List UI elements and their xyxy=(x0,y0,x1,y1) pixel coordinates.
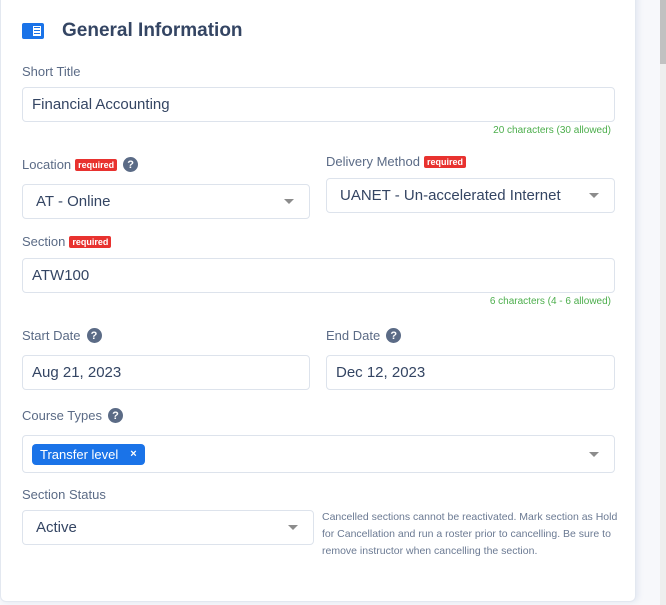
start-date-label: Start Date ? xyxy=(22,328,102,343)
section-status-select[interactable]: Active xyxy=(22,510,314,545)
delivery-method-label: Delivery Method required xyxy=(326,154,466,169)
short-title-input[interactable]: Financial Accounting xyxy=(22,87,615,122)
section-value: ATW100 xyxy=(32,267,90,284)
start-date-value: Aug 21, 2023 xyxy=(32,364,122,381)
scrollbar-track[interactable] xyxy=(660,0,666,605)
remove-chip-icon[interactable]: × xyxy=(130,448,136,460)
chevron-down-icon xyxy=(589,193,599,198)
end-date-label: End Date ? xyxy=(326,328,402,343)
document-icon xyxy=(22,23,44,39)
section-label: Section required xyxy=(22,234,112,249)
start-date-input[interactable]: Aug 21, 2023 xyxy=(22,355,310,390)
course-type-chip: Transfer level × xyxy=(32,443,145,465)
section-label-text: Section xyxy=(22,234,66,249)
location-label: Location required ? xyxy=(22,157,139,172)
short-title-value: Financial Accounting xyxy=(32,96,170,113)
section-status-value: Active xyxy=(36,519,77,536)
section-input[interactable]: ATW100 xyxy=(22,258,615,293)
course-types-multiselect[interactable]: Transfer level × xyxy=(22,435,615,473)
chevron-down-icon xyxy=(288,525,298,530)
course-types-label: Course Types ? xyxy=(22,408,123,423)
required-badge: required xyxy=(423,155,466,168)
help-icon[interactable]: ? xyxy=(386,328,402,343)
section-header: General Information xyxy=(22,20,243,42)
required-badge: required xyxy=(75,158,118,171)
chevron-down-icon xyxy=(589,452,599,457)
short-title-label: Short Title xyxy=(22,64,81,79)
help-icon[interactable]: ? xyxy=(86,328,102,343)
delivery-method-select[interactable]: UANET - Un-accelerated Internet xyxy=(326,178,615,213)
section-status-label: Section Status xyxy=(22,487,106,502)
delivery-method-value: UANET - Un-accelerated Internet xyxy=(340,187,561,204)
start-date-label-text: Start Date xyxy=(22,328,81,343)
required-badge: required xyxy=(69,235,112,248)
end-date-label-text: End Date xyxy=(326,328,381,343)
location-label-text: Location xyxy=(22,157,72,172)
help-icon[interactable]: ? xyxy=(107,408,123,423)
section-hint: 6 characters (4 - 6 allowed) xyxy=(489,296,611,307)
end-date-input[interactable]: Dec 12, 2023 xyxy=(326,355,615,390)
end-date-value: Dec 12, 2023 xyxy=(336,364,426,381)
chip-label: Transfer level xyxy=(40,446,119,462)
short-title-label-text: Short Title xyxy=(22,64,81,79)
scrollbar-thumb[interactable] xyxy=(660,0,666,64)
section-status-note: Cancelled sections cannot be reactivated… xyxy=(322,511,618,557)
section-status-label-text: Section Status xyxy=(22,487,106,502)
course-types-label-text: Course Types xyxy=(22,408,102,423)
short-title-hint: 20 characters (30 allowed) xyxy=(493,125,611,136)
delivery-method-label-text: Delivery Method xyxy=(326,154,420,169)
location-select[interactable]: AT - Online xyxy=(22,184,310,219)
location-value: AT - Online xyxy=(36,193,111,210)
chevron-down-icon xyxy=(284,199,294,204)
section-title: General Information xyxy=(62,20,243,41)
help-icon[interactable]: ? xyxy=(123,157,139,172)
